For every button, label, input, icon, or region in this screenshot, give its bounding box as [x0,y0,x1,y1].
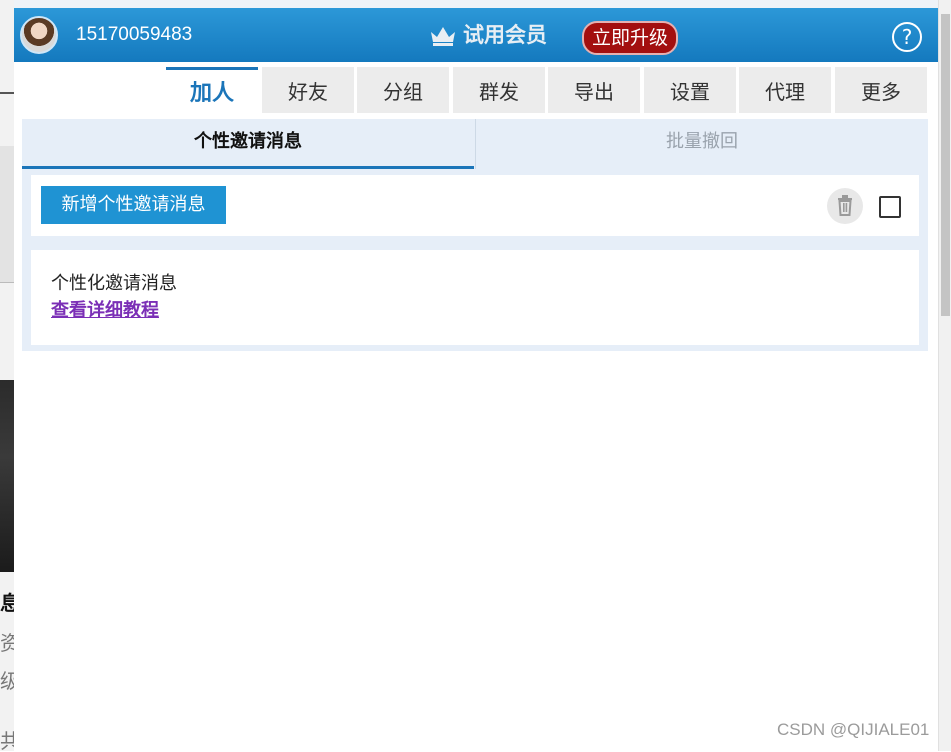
background-divider-2 [0,282,14,283]
delete-button[interactable] [827,188,863,224]
tab-more[interactable]: 更多 [835,67,927,113]
content-area: 新增个性邀请消息 个性化邀请消息 查看详细教程 [22,169,928,351]
background-text: 资 [0,632,14,654]
user-avatar[interactable] [20,16,58,54]
tab-export[interactable]: 导出 [548,67,640,113]
subtab-personal-invite[interactable]: 个性邀请消息 [22,119,474,169]
help-icon[interactable]: ? [892,22,922,52]
info-panel: 个性化邀请消息 查看详细教程 [31,250,919,345]
add-invite-message-button[interactable]: 新增个性邀请消息 [41,186,226,224]
background-text: 级 [0,670,14,692]
background-photo [0,380,14,572]
tab-add-people[interactable]: 加人 [166,67,258,113]
background-band [0,146,14,282]
select-all-checkbox[interactable] [879,196,901,218]
info-title: 个性化邀请消息 [51,273,177,294]
tab-friends[interactable]: 好友 [262,67,354,113]
account-phone: 15170059483 [76,24,193,45]
background-text: 息 [0,592,14,614]
tab-settings[interactable]: 设置 [644,67,736,113]
upgrade-button[interactable]: 立即升级 [582,21,679,55]
tab-proxy[interactable]: 代理 [739,67,831,113]
crown-icon [431,27,455,46]
trash-icon [838,195,852,216]
watermark: CSDN @QIJIALE01 [777,720,930,739]
scrollbar-thumb[interactable] [941,14,950,316]
trial-member-label: 试用会员 [463,23,547,47]
background-divider [0,92,14,94]
header-bar: 15170059483 试用会员 立即升级 ? [14,8,938,62]
tab-mass-send[interactable]: 群发 [453,67,545,113]
subtab-batch-revoke[interactable]: 批量撤回 [475,119,928,169]
sub-tabs: 个性邀请消息 批量撤回 [22,119,928,169]
tutorial-link[interactable]: 查看详细教程 [51,299,159,323]
toolbar: 新增个性邀请消息 [31,175,919,236]
panel-top-border [14,0,938,8]
background-text: 共 [0,730,14,752]
scrollbar[interactable] [938,0,951,751]
tab-groups[interactable]: 分组 [357,67,449,113]
